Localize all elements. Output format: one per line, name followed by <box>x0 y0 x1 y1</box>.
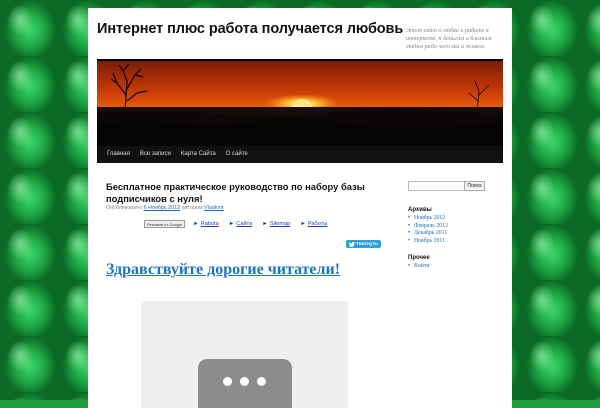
tweet-button[interactable]: Твитнуть <box>346 240 381 248</box>
main-navigation: Главная Все записи Карта Сайта О сайте <box>97 146 503 163</box>
nav-item-home[interactable]: Главная <box>97 146 135 163</box>
ad-link[interactable]: ► Rabota <box>193 221 219 227</box>
ad-link-label: Сайта <box>236 221 253 227</box>
site-title[interactable]: Интернет плюс работа получается любовь <box>97 21 403 37</box>
nav-item-sitemap[interactable]: Карта Сайта <box>176 146 221 163</box>
archive-link[interactable]: Декабрь 2011 <box>408 230 448 238</box>
search-input[interactable] <box>408 181 468 191</box>
ad-link-label: Sitemap <box>269 221 291 227</box>
archives-list: Ноябрь 2012 Февраль 2012 Декабрь 2011 Но… <box>408 215 448 245</box>
site-description: Этот сайт о любви к работе в интернете, … <box>406 27 492 50</box>
dot <box>257 377 266 386</box>
ad-link[interactable]: ► Sitemap <box>262 221 290 227</box>
ad-link-label: Работы <box>307 221 328 227</box>
google-ad-links: Реклама от Google ► Rabota ► Сайта ► Sitema… <box>144 220 337 228</box>
arrow-right-icon: ► <box>262 221 268 227</box>
archive-link[interactable]: Ноябрь 2011 <box>408 238 448 246</box>
google-ad-badge[interactable]: Реклама от Google <box>144 220 186 228</box>
header-sunset-image[interactable] <box>97 61 503 146</box>
arrow-right-icon: ► <box>228 221 235 227</box>
arrow-right-icon: ► <box>300 221 306 227</box>
ad-link-label: Rabota <box>200 221 219 227</box>
post-meta-prefix: Опубликовано <box>106 205 143 211</box>
ad-link[interactable]: ► Сайта <box>229 221 253 227</box>
arrow-right-icon: ► <box>193 221 199 227</box>
archives-widget-title: Архивы <box>408 207 432 213</box>
twitter-bird-icon <box>349 241 356 247</box>
other-widget-title: Прочее <box>408 255 430 261</box>
post-greeting-heading[interactable]: Здравствуйте дорогие читатели! <box>106 261 340 279</box>
more-options-icon[interactable] <box>198 359 292 408</box>
nav-item-about[interactable]: О сайте <box>221 146 253 163</box>
page-container: Интернет плюс работа получается любовь Э… <box>88 8 512 408</box>
post-meta-author-prefix: автором <box>181 205 203 211</box>
search-button[interactable]: Поиск <box>464 181 485 191</box>
google-ad-badge-text: Реклама от Google <box>147 221 183 227</box>
other-list: Войти <box>408 263 430 271</box>
ad-link[interactable]: ► Работы <box>300 221 327 227</box>
login-link[interactable]: Войти <box>408 263 430 271</box>
archive-link[interactable]: Ноябрь 2012 <box>408 215 448 223</box>
tweet-button-label: Твитнуть <box>356 241 378 247</box>
dot <box>240 377 249 386</box>
dot <box>223 377 232 386</box>
nav-item-all-posts[interactable]: Все записи <box>135 146 176 163</box>
post-meta: Опубликовано 6 Ноябрь 2012 автором Vladi… <box>106 205 224 211</box>
post-title[interactable]: Бесплатное практическое руководство по н… <box>106 181 371 204</box>
post-author-link[interactable]: Vladimir <box>204 205 223 211</box>
post-date-link[interactable]: 6 Ноябрь 2012 <box>144 205 181 211</box>
